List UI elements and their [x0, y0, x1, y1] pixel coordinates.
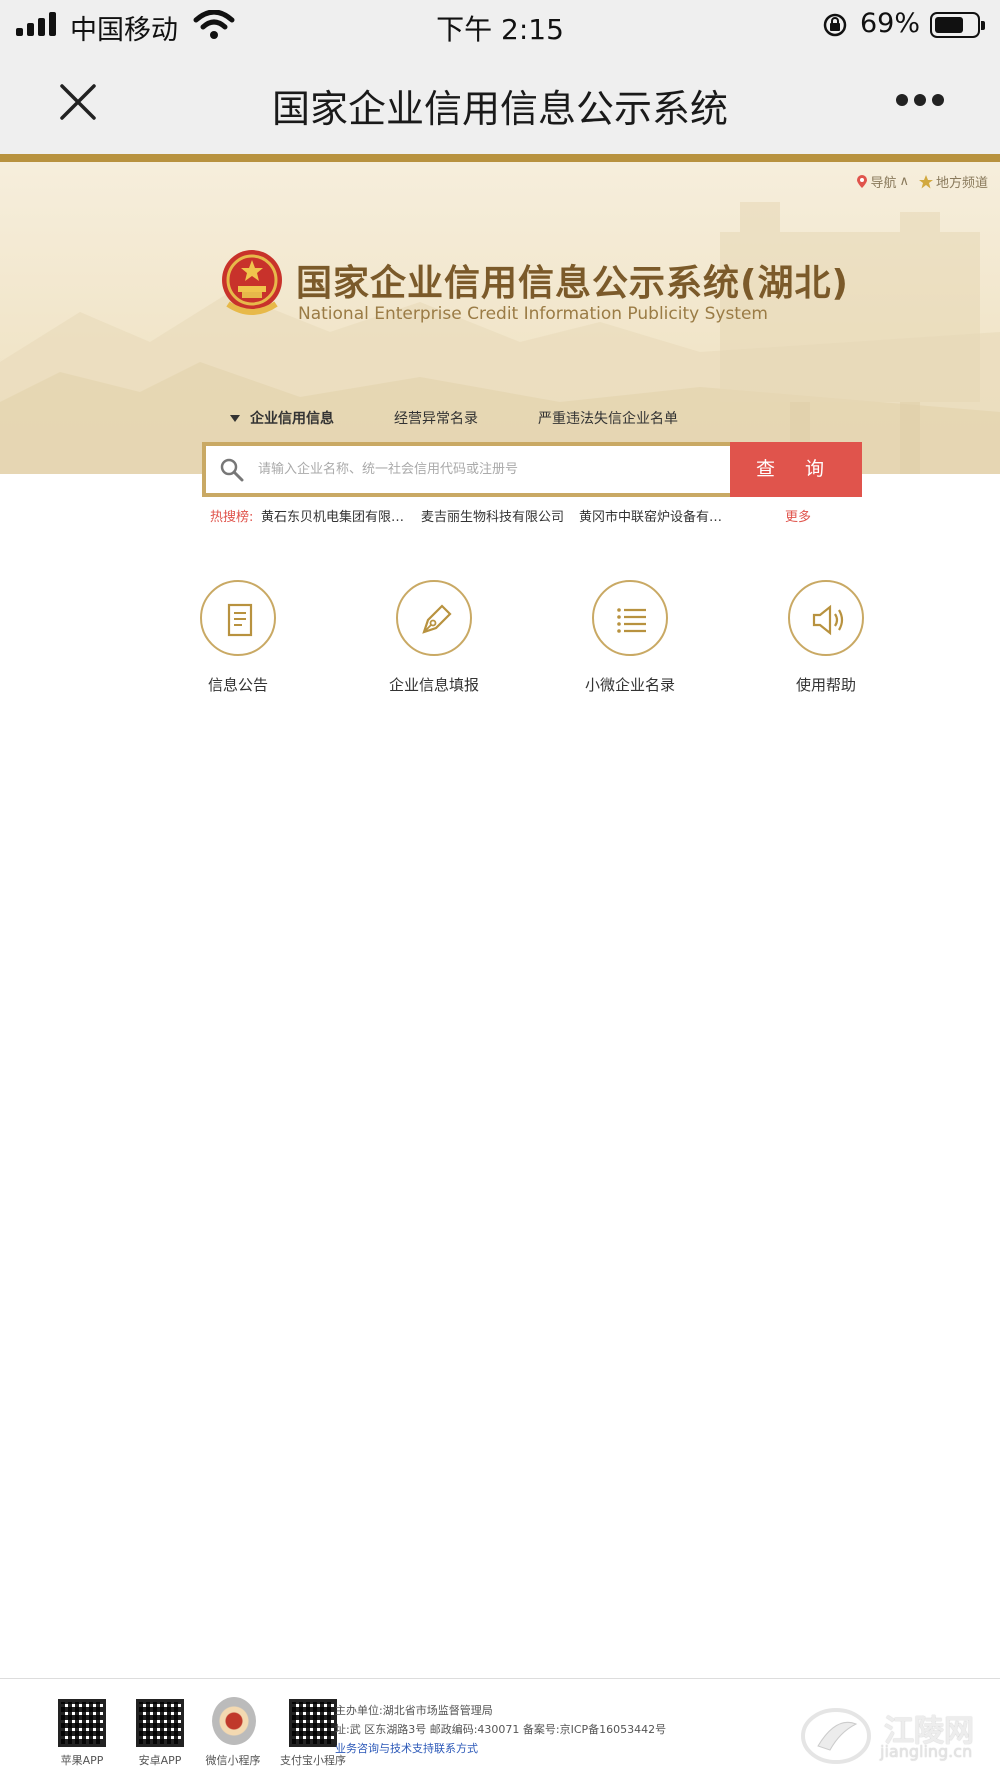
- search-button[interactable]: 查 询: [730, 442, 862, 497]
- tab-enterprise-credit[interactable]: 企业信用信息: [230, 408, 334, 428]
- feature-small-business-list[interactable]: 小微企业名录: [550, 580, 710, 695]
- nav-link-label: 导航: [870, 176, 897, 191]
- nav-bar: 国家企业信用信息公示系统: [0, 50, 1000, 154]
- qr-label: 微信小程序: [205, 1754, 261, 1767]
- chevron-up-icon: ∧: [899, 174, 909, 189]
- hot-search-item[interactable]: 麦吉丽生物科技有限公司: [421, 506, 564, 525]
- document-icon: [227, 603, 253, 637]
- feature-info-announcement[interactable]: 信息公告: [158, 580, 318, 695]
- status-bar: 中国移动 下午 2:15 69%: [0, 0, 1000, 50]
- qr-code-ios-app: [58, 1699, 106, 1747]
- hot-search-more-link[interactable]: 更多: [785, 506, 811, 525]
- star-icon: [918, 174, 933, 188]
- pen-icon: [422, 604, 452, 634]
- feature-grid: 信息公告 企业信息填报 小微企业名录 使用帮助: [0, 580, 1000, 700]
- search-box: [202, 442, 734, 497]
- feature-label: 使用帮助: [795, 676, 856, 694]
- feature-label: 信息公告: [207, 676, 268, 694]
- search-icon: [220, 458, 244, 482]
- tab-label: 企业信用信息: [250, 411, 334, 427]
- hot-search-label: 热搜榜:: [210, 510, 254, 525]
- hero-banner: 导航 ∧ 地方频道 国家企业信用信息公示系统(湖北) National Ente…: [0, 162, 1000, 474]
- local-channel-label: 地方频道: [935, 176, 988, 191]
- footer-contact-link[interactable]: 业务咨询与技术支持联系方式: [335, 1739, 666, 1758]
- status-time: 下午 2:15: [436, 13, 564, 46]
- tab-abnormal-list[interactable]: 经营异常名录: [394, 408, 478, 428]
- feature-label: 小微企业名录: [584, 676, 675, 694]
- feature-icon-circle: [200, 580, 276, 656]
- footer-address: 址:武 区东湖路3号 邮政编码:430071 备案号:京ICP备16053442…: [335, 1723, 667, 1736]
- national-emblem-icon: [222, 250, 282, 315]
- site-watermark: 江陵网 jiangling.cn: [800, 1700, 990, 1770]
- feature-icon-circle: [396, 580, 472, 656]
- feature-icon-circle: [592, 580, 668, 656]
- battery-percent: 69%: [860, 8, 921, 39]
- tab-label: 经营异常名录: [394, 411, 478, 427]
- page-title: 国家企业信用信息公示系统: [271, 87, 728, 131]
- hot-search-item[interactable]: 黄石东贝机电集团有限…: [261, 506, 404, 525]
- search-type-tabs: 企业信用信息 经营异常名录 严重违法失信企业名单: [230, 408, 738, 428]
- header-divider: [0, 154, 1000, 162]
- system-title: 国家企业信用信息公示系统(湖北): [296, 263, 849, 304]
- hot-search-item[interactable]: 黄冈市中联窑炉设备有…: [579, 506, 722, 525]
- footer-info: 主办单位:湖北省市场监督管理局 址:武 区东湖路3号 邮政编码:430071 备…: [335, 1701, 666, 1758]
- feature-enterprise-report[interactable]: 企业信息填报: [354, 580, 514, 695]
- footer-sponsor: 主办单位:湖北省市场监督管理局: [335, 1704, 493, 1717]
- qr-label: 苹果APP: [60, 1754, 104, 1767]
- list-icon: [617, 608, 646, 633]
- qr-code-android-app: [136, 1699, 184, 1747]
- system-subtitle: National Enterprise Credit Information P…: [298, 304, 768, 324]
- tab-label: 严重违法失信企业名单: [538, 411, 678, 427]
- rotation-lock-icon: [823, 13, 847, 37]
- speaker-icon: [812, 604, 844, 636]
- top-links: 导航 ∧ 地方频道: [857, 172, 988, 191]
- location-pin-icon: [857, 175, 868, 188]
- battery-icon: [930, 12, 985, 38]
- watermark-logo-icon: [801, 1708, 871, 1764]
- qr-code-wechat-mini-program: [212, 1697, 256, 1745]
- local-channel-link[interactable]: 地方频道: [918, 172, 988, 191]
- feature-label: 企业信息填报: [388, 676, 479, 694]
- search-input[interactable]: [258, 446, 718, 493]
- nav-link[interactable]: 导航 ∧: [857, 172, 909, 191]
- tab-serious-violation-list[interactable]: 严重违法失信企业名单: [538, 408, 678, 428]
- watermark-url: jiangling.cn: [880, 1742, 973, 1761]
- feature-icon-circle: [788, 580, 864, 656]
- dropdown-arrow-icon: [230, 414, 240, 422]
- feature-help[interactable]: 使用帮助: [746, 580, 906, 695]
- more-options-icon[interactable]: [896, 94, 944, 108]
- qr-code-alipay-mini-program: [289, 1699, 337, 1747]
- qr-label: 安卓APP: [138, 1754, 182, 1767]
